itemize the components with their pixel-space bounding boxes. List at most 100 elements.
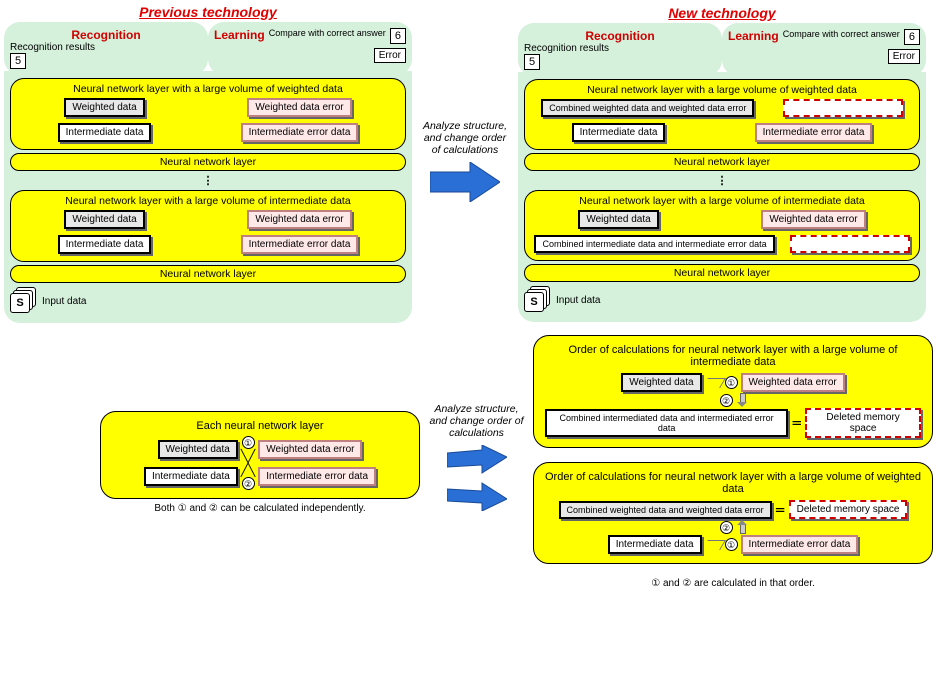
prev-recognition-panel: Recognition Recognition results 5 xyxy=(4,22,208,75)
cross-arrows-icon: ╱╲ xyxy=(241,463,255,477)
order-inter-title: Order of calculations for neural network… xyxy=(544,344,922,368)
weighted-err-cell: Weighted data error xyxy=(741,373,845,392)
analyze-text: Analyze structure, and change order of c… xyxy=(420,120,510,156)
analyze-text: Analyze structure, and change order of c… xyxy=(428,403,525,439)
weighted-err-cell: Weighted data error xyxy=(247,210,351,229)
new-layers-container: Neural network layer with a large volume… xyxy=(518,72,926,322)
diag-arrow-icon xyxy=(702,540,726,550)
cross-arrows-icon: ╲╱ xyxy=(241,449,255,463)
new-learning-panel: Learning Compare with correct answer 6 E… xyxy=(722,23,926,76)
each-layer-block: Each neural network layer Weighted data … xyxy=(100,407,420,514)
weighted-err-cell: Weighted data error xyxy=(247,98,351,117)
new-layer-plain-2: Neural network layer xyxy=(524,264,920,282)
layer-label: Neural network layer with a large volume… xyxy=(529,195,915,207)
intermediate-cell: Intermediate data xyxy=(572,123,666,142)
error-box: Error xyxy=(888,49,920,64)
intermediate-err-cell: Intermediate error data xyxy=(241,123,359,142)
intermediate-cell: Intermediate data xyxy=(58,235,152,254)
dots-icon: ⋮ xyxy=(10,174,406,187)
intermediate-cell: Intermediate data xyxy=(144,467,238,486)
recognition-heading: Recognition xyxy=(10,28,202,42)
input-data-stack-icon: S xyxy=(524,286,552,314)
analyze-arrow-block: Analyze structure, and change order of c… xyxy=(420,120,510,208)
circle-1-icon: ① xyxy=(725,538,738,551)
input-data-label: Input data xyxy=(42,296,86,307)
circle-2-icon: ② xyxy=(720,521,733,534)
combined-w-cell: Combined weighted data and weighted data… xyxy=(559,501,772,519)
diag-arrow-icon xyxy=(702,378,726,388)
empty-dashed-cell xyxy=(783,99,903,117)
bottom-comparison-row: Each neural network layer Weighted data … xyxy=(0,327,937,593)
learning-heading: Learning xyxy=(728,29,779,43)
input-data-label: Input data xyxy=(556,295,600,306)
top-comparison-row: Previous technology Recognition Recognit… xyxy=(0,0,937,327)
empty-dashed-cell xyxy=(790,235,910,253)
answer-6-box: 6 xyxy=(390,28,406,44)
weighted-cell: Weighted data xyxy=(578,210,658,229)
layer-label: Neural network layer with a large volume… xyxy=(15,83,401,95)
order-inter-block: Order of calculations for neural network… xyxy=(533,335,933,448)
input-data-stack-icon: S xyxy=(10,287,38,315)
new-layer-plain-1: Neural network layer xyxy=(524,153,920,171)
weighted-cell: Weighted data xyxy=(64,98,144,117)
each-layer-title: Each neural network layer xyxy=(111,420,409,432)
small-right-arrow-icon-1 xyxy=(447,445,507,475)
prev-layers-container: Neural network layer with a large volume… xyxy=(4,71,412,323)
combined-i-cell: Combined intermediate data and intermedi… xyxy=(534,235,774,253)
compare-label: Compare with correct answer xyxy=(269,28,386,38)
circle-2-icon: ② xyxy=(720,394,733,407)
circle-2-icon: ② xyxy=(242,477,255,490)
order-blocks-column: Order of calculations for neural network… xyxy=(533,331,933,589)
intermediate-err-cell: Intermediate error data xyxy=(741,535,859,554)
intermediate-err-cell: Intermediate error data xyxy=(755,123,873,142)
weighted-err-cell: Weighted data error xyxy=(761,210,865,229)
order-weight-block: Order of calculations for neural network… xyxy=(533,462,933,564)
new-layer-inter-vol: Neural network layer with a large volume… xyxy=(524,190,920,261)
prev-layer-plain-2: Neural network layer xyxy=(10,265,406,283)
big-right-arrow-icon xyxy=(430,162,500,202)
weighted-err-cell: Weighted data error xyxy=(258,440,362,459)
result-5-box: 5 xyxy=(10,53,26,69)
weighted-cell: Weighted data xyxy=(621,373,701,392)
equals-icon: ＝ xyxy=(791,415,802,431)
weighted-cell: Weighted data xyxy=(158,440,238,459)
previous-technology-block: Previous technology Recognition Recognit… xyxy=(4,4,412,323)
small-right-arrow-icon-2 xyxy=(447,481,507,511)
weighted-cell: Weighted data xyxy=(64,210,144,229)
analyze-arrow-block-2: Analyze structure, and change order of c… xyxy=(428,403,525,517)
equals-icon: ＝ xyxy=(775,502,786,518)
footnote-independent: Both ① and ② can be calculated independe… xyxy=(100,503,420,514)
layer-label: Neural network layer with a large volume… xyxy=(529,84,915,96)
result-5-box: 5 xyxy=(524,54,540,70)
circle-1-icon: ① xyxy=(725,376,738,389)
footnote-order: ① and ② are calculated in that order. xyxy=(533,578,933,589)
intermediate-cell: Intermediate data xyxy=(58,123,152,142)
previous-title: Previous technology xyxy=(4,4,412,20)
deleted-cell: Deleted memory space xyxy=(805,408,921,438)
intermediate-err-cell: Intermediate error data xyxy=(241,235,359,254)
intermediate-err-cell: Intermediate error data xyxy=(258,467,376,486)
recognition-heading: Recognition xyxy=(524,29,716,43)
tiny-up-arrow-icon xyxy=(737,520,747,534)
answer-6-box: 6 xyxy=(904,29,920,45)
deleted-cell: Deleted memory space xyxy=(789,500,908,519)
circle-1-icon: ① xyxy=(242,436,255,449)
prev-learning-panel: Learning Compare with correct answer 6 E… xyxy=(208,22,412,75)
new-title: New technology xyxy=(518,5,926,21)
tiny-down-arrow-icon xyxy=(737,393,747,407)
combined-w-cell: Combined weighted data and weighted data… xyxy=(541,99,754,117)
error-box: Error xyxy=(374,48,406,63)
intermediate-cell: Intermediate data xyxy=(608,535,702,554)
prev-layer-inter-vol: Neural network layer with a large volume… xyxy=(10,190,406,262)
learning-heading: Learning xyxy=(214,28,265,42)
layer-label: Neural network layer with a large volume… xyxy=(15,195,401,207)
recog-results-label: Recognition results xyxy=(524,43,716,54)
prev-layer-plain-1: Neural network layer xyxy=(10,153,406,171)
compare-label: Compare with correct answer xyxy=(783,29,900,39)
new-technology-block: New technology Recognition Recognition r… xyxy=(518,5,926,322)
order-weight-title: Order of calculations for neural network… xyxy=(544,471,922,495)
dots-icon: ⋮ xyxy=(524,174,920,187)
recog-results-label: Recognition results xyxy=(10,42,202,53)
new-layer-weighted-vol: Neural network layer with a large volume… xyxy=(524,79,920,150)
new-recognition-panel: Recognition Recognition results 5 xyxy=(518,23,722,76)
